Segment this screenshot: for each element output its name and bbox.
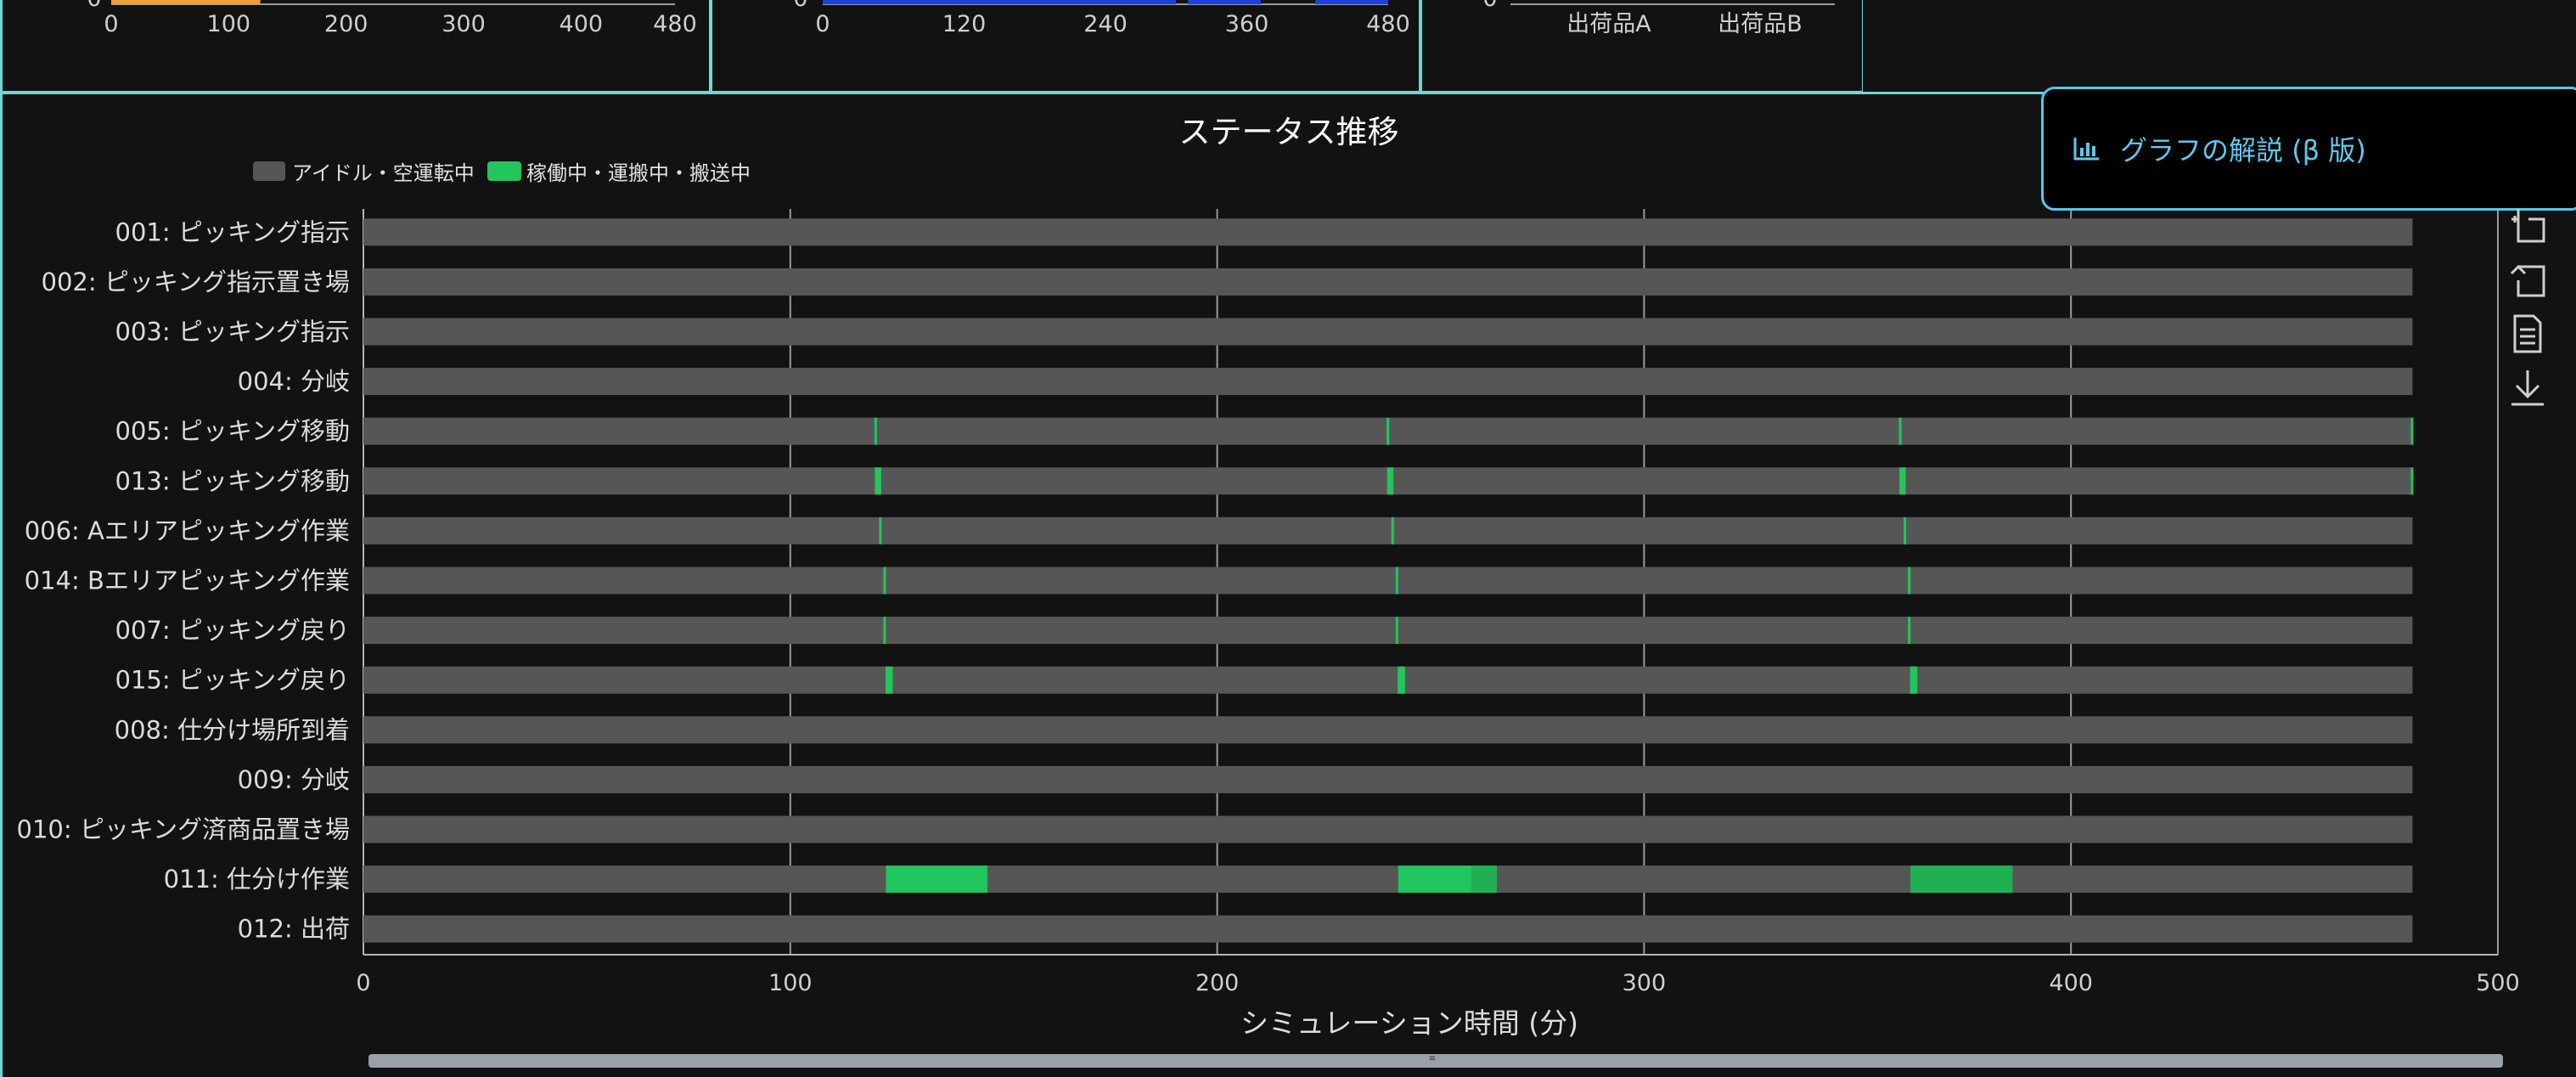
active-bar [1898, 417, 1902, 445]
active-bar-overlap [1471, 866, 1497, 894]
active-bar [1391, 516, 1394, 544]
slider-grip-icon[interactable]: ≡ [1426, 1055, 1438, 1063]
legend-label-active[interactable]: 稼働中・運搬中・搬送中 [526, 161, 751, 185]
legend-label-idle[interactable]: アイドル・空運転中 [292, 161, 475, 185]
data-view-icon[interactable] [2503, 309, 2551, 357]
active-bar-overlap [1910, 866, 2013, 894]
idle-bar [363, 516, 2413, 544]
active-bar [874, 417, 877, 445]
y-category-label: 004: 分岐 [238, 367, 350, 396]
idle-bar [363, 866, 2413, 894]
active-bar [1904, 516, 1907, 544]
active-bar [879, 516, 882, 544]
idle-bar [363, 218, 2413, 246]
y-category-label: 008: 仕分け場所到着 [115, 715, 350, 744]
graph-explain-button[interactable]: グラフの解説 (β 版) [2041, 87, 2576, 211]
bar-chart-icon [2073, 138, 2099, 161]
active-bar [1395, 567, 1398, 595]
active-bar [883, 567, 886, 595]
x-tick-label: 500 [2476, 970, 2520, 996]
active-bar [1386, 417, 1390, 445]
idle-bar [363, 318, 2413, 346]
chart-legend[interactable]: アイドル・空運転中 稼働中・運搬中・搬送中 [253, 161, 751, 185]
active-bar [1899, 467, 1906, 495]
active-bar [1386, 467, 1394, 495]
plot-area: 0 100 200 300 400 500 001: ピッキング指示 002: ピッキング指示… [17, 209, 2520, 996]
y-category-label: 001: ピッキング指示 [115, 217, 350, 246]
chart-title: ステータス推移 [1179, 114, 1399, 150]
active-bar [2410, 467, 2414, 495]
y-category-label: 006: Aエリアピッキング作業 [25, 516, 350, 545]
x-tick-label: 400 [2049, 970, 2093, 996]
y-category-label: 011: 仕分け作業 [164, 865, 350, 894]
y-category-label: 014: Bエリアピッキング作業 [25, 567, 350, 595]
idle-bar [363, 268, 2413, 296]
y-category-label: 007: ピッキング戻り [115, 616, 350, 645]
active-bar [1398, 666, 1405, 694]
idle-bar [363, 815, 2413, 843]
y-category-label: 015: ピッキング戻り [115, 666, 350, 695]
y-category-label: 002: ピッキング指示置き場 [42, 268, 350, 296]
active-bar [886, 866, 988, 894]
active-bar [1910, 666, 1918, 694]
active-bar [885, 666, 893, 694]
y-category-label: 003: ピッキング指示 [115, 318, 350, 347]
chart-toolbox [2503, 200, 2551, 421]
y-category-label: 005: ピッキング移動 [115, 417, 350, 446]
download-icon[interactable] [2503, 364, 2551, 411]
zoom-icon[interactable] [2503, 200, 2551, 248]
legend-swatch-active[interactable] [487, 161, 521, 181]
y-category-label: 010: ピッキング済商品置き場 [17, 815, 350, 844]
x-axis-title: シミュレーション時間 (分) [1240, 1007, 1578, 1040]
graph-explain-label: グラフの解説 (β 版) [2120, 134, 2366, 166]
x-tick-label: 200 [1195, 970, 1240, 996]
x-tick-label: 0 [356, 970, 370, 996]
active-bar [883, 617, 886, 645]
x-tick-label: 300 [1623, 970, 1667, 996]
x-tick-label: 100 [768, 970, 813, 996]
active-bar [1395, 617, 1398, 645]
y-category-label: 013: ピッキング移動 [115, 466, 350, 495]
y-category-label: 012: 出荷 [238, 915, 350, 944]
active-bar [2410, 417, 2414, 445]
idle-bar [363, 666, 2413, 694]
active-bar [1908, 567, 1911, 595]
idle-bar [363, 617, 2413, 645]
active-bar [1908, 617, 1911, 645]
idle-bar [363, 765, 2413, 793]
idle-bar [363, 368, 2413, 396]
active-bar [875, 467, 881, 495]
idle-bar [363, 567, 2413, 595]
y-category-label: 009: 分岐 [238, 765, 350, 794]
idle-bar [363, 915, 2413, 943]
idle-bar [363, 716, 2413, 744]
zoom-reset-icon[interactable] [2503, 255, 2551, 302]
legend-swatch-idle[interactable] [253, 161, 285, 181]
